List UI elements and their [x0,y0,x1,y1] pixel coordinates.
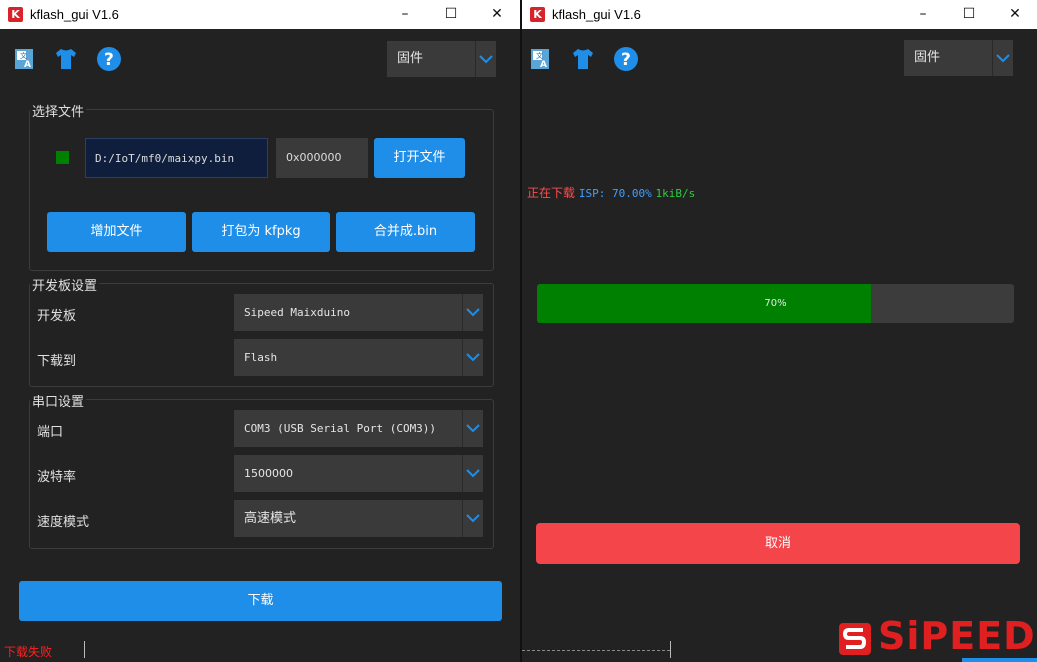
window-title: kflash_gui V1.6 [552,7,641,22]
board-select[interactable]: Sipeed Maixduino [234,294,483,331]
speed-mode-label: 速度模式 [37,515,90,530]
chevron-down-icon [462,410,483,447]
target-label: 下载到 [37,354,77,369]
svg-text:?: ? [104,50,114,70]
serial-group-title: 串口设置 [30,391,87,410]
port-select[interactable]: COM3 (USB Serial Port (COM3)) [234,410,483,447]
board-label: 开发板 [37,309,77,324]
isp-progress-text: ISP: 70.00% [578,187,652,200]
board-select-value: Sipeed Maixduino [244,306,350,319]
maximize-button[interactable]: ☐ [946,0,992,29]
tshirt-icon[interactable] [53,46,79,72]
target-select-value: Flash [244,351,278,364]
chevron-down-icon [992,40,1013,76]
transfer-rate-text: 1kiB/s [655,187,696,200]
baud-select-value: 1500000 [244,467,293,480]
svg-text:A: A [540,60,547,70]
minimize-button[interactable]: – [900,0,946,29]
chevron-down-icon [462,294,483,331]
tshirt-icon[interactable] [570,46,596,72]
status-divider [670,641,671,658]
svg-text:文: 文 [20,51,27,60]
status-divider-dashed [522,650,670,651]
progress-status-prefix: 正在下载 [527,186,576,200]
sipeed-logo-icon [839,623,871,655]
mode-select[interactable]: 固件 [387,41,496,77]
status-text: 下载失败 [4,645,53,659]
svg-text:?: ? [621,50,631,70]
baud-label: 波特率 [37,470,77,485]
help-icon[interactable]: ? [613,46,639,72]
add-file-button[interactable]: 增加文件 [47,212,186,252]
merge-bin-button[interactable]: 合并成.bin [336,212,475,252]
progress-window: K kflash_gui V1.6 – ☐ ✕ 文 A ? 固件 正在下载 IS… [522,0,1037,662]
speed-mode-select[interactable]: 高速模式 [234,500,483,537]
sipeed-watermark: SiPEED [878,614,1036,658]
maximize-button[interactable]: ☐ [428,0,474,29]
chevron-down-icon [475,41,496,77]
mode-select-value: 固件 [397,51,424,66]
progress-percent-label: 70% [764,298,787,309]
help-icon[interactable]: ? [96,46,122,72]
port-label: 端口 [37,425,64,440]
target-select[interactable]: Flash [234,339,483,376]
open-file-button[interactable]: 打开文件 [374,138,465,178]
app-logo-icon: K [530,7,545,22]
status-divider [84,641,85,658]
download-progress-bar: 70% [537,284,1014,323]
progress-status-line: 正在下载 ISP: 70.00% 1kiB/s [527,184,695,201]
mode-select-value: 固件 [914,50,941,65]
minimize-button[interactable]: – [382,0,428,29]
cancel-button[interactable]: 取消 [536,523,1020,564]
close-button[interactable]: ✕ [992,0,1037,29]
file-path-input[interactable]: D:/IoT/mf0/maixpy.bin [85,138,268,178]
svg-text:A: A [24,60,31,70]
main-window: K kflash_gui V1.6 – ☐ ✕ 文 A ? 固件 选择文件 D:… [0,0,520,662]
download-button[interactable]: 下载 [19,581,502,621]
svg-text:文: 文 [536,51,543,60]
title-bar: K kflash_gui V1.6 – ☐ ✕ [0,0,520,29]
language-icon[interactable]: 文 A [527,46,553,72]
title-bar: K kflash_gui V1.6 – ☐ ✕ [522,0,1037,29]
taskbar-indicator [962,658,1037,662]
file-group-title: 选择文件 [30,101,87,120]
chevron-down-icon [462,455,483,492]
pack-kfpkg-button[interactable]: 打包为 kfpkg [192,212,330,252]
chevron-down-icon [462,339,483,376]
port-select-value: COM3 (USB Serial Port (COM3)) [244,422,437,435]
flash-address-input[interactable]: 0x000000 [276,138,368,178]
file-checkbox[interactable] [56,151,69,164]
speed-mode-select-value: 高速模式 [244,511,297,526]
window-title: kflash_gui V1.6 [30,7,119,22]
language-icon[interactable]: 文 A [11,46,37,72]
close-button[interactable]: ✕ [474,0,520,29]
board-group-title: 开发板设置 [30,275,100,294]
app-logo-icon: K [8,7,23,22]
baud-select[interactable]: 1500000 [234,455,483,492]
chevron-down-icon [462,500,483,537]
mode-select[interactable]: 固件 [904,40,1013,76]
